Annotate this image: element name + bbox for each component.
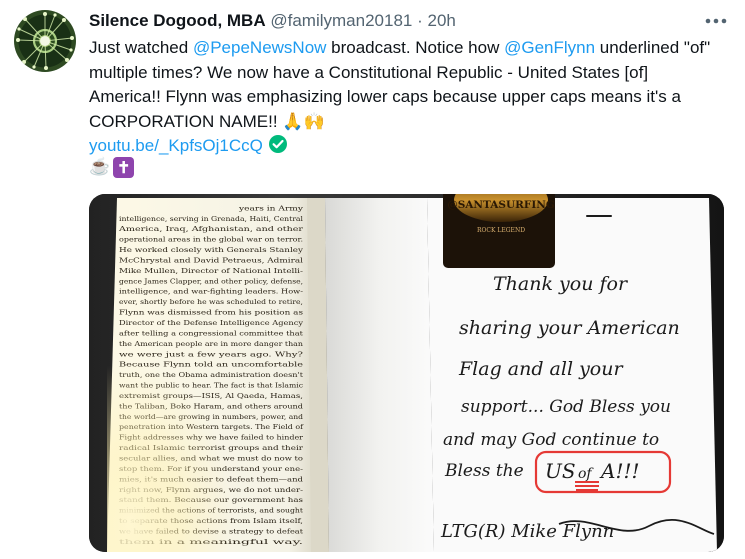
author-avatar[interactable]: [14, 10, 76, 72]
sticker-subtext: ROCK LEGEND: [477, 227, 525, 234]
more-horizontal-icon: [705, 18, 727, 24]
youtube-link[interactable]: youtu.be/_KpfsOj1CcQ: [89, 136, 263, 155]
note-a: A!!!: [599, 459, 640, 483]
author-name[interactable]: Silence Dogood, MBA: [89, 11, 266, 30]
note-line: Thank you for: [493, 273, 629, 295]
hot-beverage-emoji: ☕: [89, 157, 111, 176]
sticker-text: @SANTASURFING: [447, 199, 555, 211]
note-us: US: [545, 459, 576, 483]
endpaper-page: [325, 198, 434, 552]
tweet-text-part: broadcast. Notice how: [326, 38, 505, 57]
note-line: Bless the: [444, 461, 524, 481]
author-handle[interactable]: @familyman20181: [270, 11, 412, 30]
emoji-line: ☕ ✝: [89, 157, 135, 178]
mention-genflynn-link[interactable]: @GenFlynn: [504, 38, 595, 57]
verified-check-icon: [268, 135, 287, 153]
signature: LTG(R) Mike Flynn: [440, 521, 614, 542]
avatar-flower-image: [16, 12, 74, 70]
tweet-header: Silence Dogood, MBA @familyman20181 · 20…: [89, 11, 731, 35]
note-line: support... God Bless you: [461, 397, 671, 417]
tweet-text-part: Just watched: [89, 38, 193, 57]
book-inscription-photo: years in Armyintelligence, serving in Gr…: [89, 194, 724, 552]
note-line: Flag and all your: [458, 358, 624, 380]
mention-pepenewsnow-link[interactable]: @PepeNewsNow: [193, 38, 326, 57]
folded-hands-emoji: 🙏: [282, 111, 304, 131]
header-separator: ·: [417, 11, 423, 30]
raised-hands-emoji: 🙌: [303, 111, 325, 131]
tweet-timestamp[interactable]: 20h: [428, 11, 456, 30]
tweet-text: Just watched @PepeNewsNow broadcast. Not…: [89, 36, 719, 159]
more-options-button[interactable]: [703, 12, 729, 30]
tweet-photo[interactable]: years in Armyintelligence, serving in Gr…: [89, 194, 724, 552]
latin-cross-emoji: ✝: [113, 157, 135, 178]
note-line: sharing your American: [459, 317, 680, 339]
note-line: and may God continue to: [443, 430, 659, 450]
